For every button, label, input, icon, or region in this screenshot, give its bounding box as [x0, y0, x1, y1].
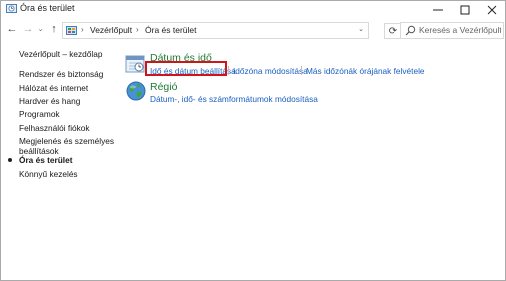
recent-locations-dropdown[interactable]: ⌄: [36, 22, 45, 36]
title-bar[interactable]: Óra és terület: [1, 1, 505, 18]
control-panel-window: Óra és terület ← → ⌄ ↑ › Vezérlőpult › Ó…: [0, 0, 506, 281]
window-title: Óra és terület: [20, 3, 75, 13]
highlight-box: [145, 61, 227, 76]
search-input[interactable]: [419, 24, 501, 36]
sidebar-item-system-security[interactable]: Rendszer és biztonság: [19, 69, 103, 79]
navigation-bar: ← → ⌄ ↑ › Vezérlőpult › Óra és terület ⌄…: [1, 19, 505, 41]
change-formats-link[interactable]: Dátum-, idő- és számformátumok módosítás…: [150, 94, 318, 104]
maximize-icon: [460, 5, 470, 14]
address-dropdown-icon[interactable]: ⌄: [358, 25, 364, 33]
link-separator: [228, 66, 229, 75]
region-title[interactable]: Régió: [150, 81, 177, 93]
control-panel-icon: [66, 26, 77, 35]
sidebar-item-programs[interactable]: Programok: [19, 109, 60, 119]
search-icon: [405, 25, 416, 36]
forward-button[interactable]: →: [21, 22, 35, 36]
address-bar[interactable]: › Vezérlőpult › Óra és terület ⌄: [62, 22, 369, 39]
close-button[interactable]: [479, 1, 505, 18]
sidebar-item-ease-of-access[interactable]: Könnyű kezelés: [19, 169, 78, 179]
sidebar-item-clock-region[interactable]: Óra és terület: [19, 155, 73, 165]
sidebar-item-network-internet[interactable]: Hálózat és internet: [19, 83, 88, 93]
search-box[interactable]: [400, 22, 504, 39]
close-icon: [487, 5, 497, 14]
maximize-button[interactable]: [452, 1, 478, 18]
sidebar-item-appearance[interactable]: Megjelenés és személyes: [19, 136, 114, 146]
up-button[interactable]: ↑: [47, 22, 61, 36]
date-time-icon: [125, 55, 145, 73]
minimize-icon: [433, 9, 443, 10]
sidebar-item-control-panel-home[interactable]: Vezérlőpult – kezdőlap: [19, 49, 103, 59]
link-separator: [301, 66, 302, 75]
back-button[interactable]: ←: [5, 22, 19, 36]
region-globe-icon: [126, 81, 146, 101]
breadcrumb-separator: ›: [136, 25, 139, 34]
change-time-zone-link[interactable]: Időzóna módosítása: [233, 66, 308, 76]
breadcrumb-separator: ›: [81, 25, 84, 34]
clock-region-app-icon: [6, 4, 17, 13]
sidebar-item-hardware-sound[interactable]: Hardver és hang: [19, 96, 80, 106]
active-item-bullet: [8, 158, 12, 162]
sidebar-item-user-accounts[interactable]: Felhasználói fiókok: [19, 123, 90, 133]
breadcrumb-clock-region[interactable]: Óra és terület: [145, 25, 197, 35]
minimize-button[interactable]: [425, 1, 451, 18]
breadcrumb-control-panel[interactable]: Vezérlőpult: [90, 25, 132, 35]
add-clocks-link[interactable]: Más időzónák órájának felvétele: [306, 66, 425, 76]
